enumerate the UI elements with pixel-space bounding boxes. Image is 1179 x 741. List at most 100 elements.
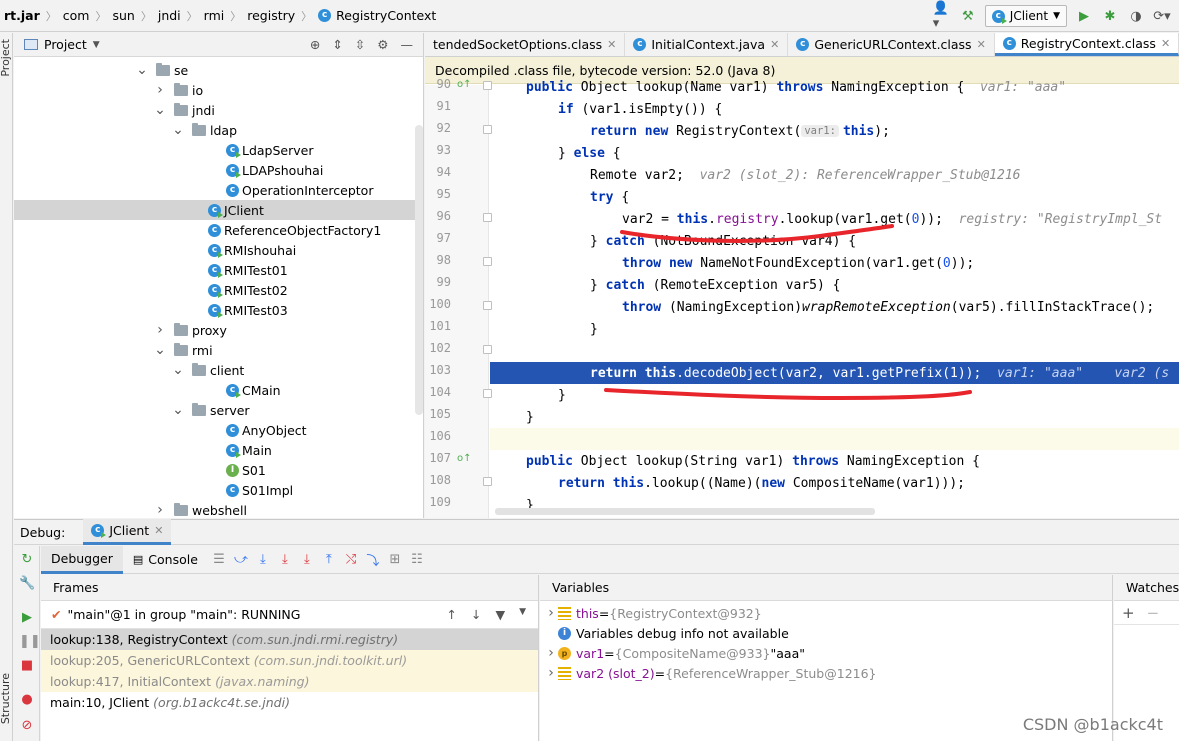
debug-session-tab[interactable]: c JClient ✕ bbox=[83, 519, 172, 545]
line-number[interactable]: 99 bbox=[425, 275, 451, 289]
show-execution-point-icon[interactable]: ⤻ bbox=[230, 552, 252, 567]
horizontal-scrollbar[interactable] bbox=[495, 508, 875, 515]
chevron-down-icon[interactable]: ⌄ bbox=[172, 402, 184, 418]
mute-breakpoints-icon[interactable]: ⊘ bbox=[19, 718, 35, 733]
breadcrumb-jar[interactable]: rt.jar bbox=[0, 8, 42, 23]
editor-tab[interactable]: c RegistryContext.class ✕ bbox=[994, 33, 1179, 56]
thread-selector[interactable]: ✔ "main"@1 in group "main": RUNNING ↑ ↓ … bbox=[41, 601, 538, 629]
build-hammer-icon[interactable]: ⚒ bbox=[959, 7, 977, 25]
breadcrumb-com[interactable]: com bbox=[61, 8, 92, 23]
line-number[interactable]: 97 bbox=[425, 231, 451, 245]
stack-frame[interactable]: main:10, JClient (org.b1ackc4t.se.jndi) bbox=[41, 692, 538, 713]
line-number[interactable]: 98 bbox=[425, 253, 451, 267]
variable-row[interactable]: › var2 (slot_2) = {ReferenceWrapper_Stub@… bbox=[540, 663, 1112, 683]
tree-item[interactable]: c LdapServer bbox=[14, 140, 423, 160]
stack-frame[interactable]: lookup:138, RegistryContext (com.sun.jndi… bbox=[41, 629, 538, 650]
tree-item[interactable]: c AnyObject bbox=[14, 420, 423, 440]
tree-item[interactable]: c RMITest03 bbox=[14, 300, 423, 320]
chevron-right-icon[interactable]: › bbox=[154, 322, 166, 338]
editor-tab[interactable]: tendedSocketOptions.class ✕ bbox=[425, 33, 626, 56]
chevron-right-icon[interactable]: › bbox=[154, 82, 166, 98]
line-number[interactable]: 93 bbox=[425, 143, 451, 157]
tree-item[interactable]: ⌄ rmi bbox=[14, 340, 423, 360]
trace-icon[interactable]: ☷ bbox=[406, 552, 428, 567]
stack-frame[interactable]: lookup:417, InitialContext (javax.naming) bbox=[41, 671, 538, 692]
chevron-down-icon[interactable]: ⌄ bbox=[172, 122, 184, 138]
breadcrumb-sun[interactable]: sun bbox=[110, 8, 136, 23]
tree-item[interactable]: c JClient bbox=[14, 200, 423, 220]
locate-icon[interactable]: ⊕ bbox=[310, 37, 320, 52]
chevron-down-icon[interactable]: ⌄ bbox=[154, 342, 166, 358]
close-icon[interactable]: ✕ bbox=[770, 38, 779, 51]
tree-item[interactable]: c LDAPshouhai bbox=[14, 160, 423, 180]
run-configuration-select[interactable]: c JClient ▼ bbox=[984, 5, 1067, 27]
line-number[interactable]: 101 bbox=[425, 319, 451, 333]
profile-icon[interactable]: ⟳▾ bbox=[1153, 7, 1171, 25]
structure-tool-window-button[interactable]: Structure bbox=[0, 673, 12, 724]
variable-row[interactable]: › p var1 = {CompositeName@933} "aaa" bbox=[540, 643, 1112, 663]
drop-frame-icon[interactable]: ⤭ bbox=[340, 552, 362, 567]
close-icon[interactable]: ✕ bbox=[1161, 37, 1170, 50]
pause-icon[interactable]: ❚❚ bbox=[19, 634, 41, 649]
chevron-down-icon[interactable]: ⌄ bbox=[154, 102, 166, 118]
view-breakpoints-icon[interactable]: ● bbox=[19, 692, 35, 707]
menu-icon[interactable]: ☰ bbox=[208, 552, 230, 567]
breadcrumb-registry[interactable]: registry bbox=[245, 8, 297, 23]
coverage-icon[interactable]: ◑ bbox=[1127, 7, 1145, 25]
line-number[interactable]: 90 bbox=[425, 77, 451, 91]
line-number[interactable]: 91 bbox=[425, 99, 451, 113]
variable-row[interactable]: › this = {RegistryContext@932} bbox=[540, 603, 1112, 623]
chevron-right-icon[interactable]: › bbox=[544, 665, 558, 681]
user-icon[interactable]: 👤▾ bbox=[933, 1, 951, 31]
project-tool-window-button[interactable]: Project bbox=[0, 39, 12, 77]
editor-tab[interactable]: c InitialContext.java ✕ bbox=[625, 33, 789, 56]
stack-frame[interactable]: lookup:205, GenericURLContext (com.sun.jn… bbox=[41, 650, 538, 671]
tree-item[interactable]: c CMain bbox=[14, 380, 423, 400]
line-number[interactable]: 104 bbox=[425, 385, 451, 399]
step-over-icon[interactable]: ⤓ bbox=[252, 552, 274, 567]
breadcrumb-rmi[interactable]: rmi bbox=[202, 8, 227, 23]
tree-item[interactable]: ⌄ se bbox=[14, 60, 423, 80]
chevron-down-icon[interactable]: ▼ bbox=[93, 40, 100, 50]
line-number[interactable]: 92 bbox=[425, 121, 451, 135]
minimize-icon[interactable]: — bbox=[401, 37, 414, 52]
step-out-icon[interactable]: ⤒ bbox=[318, 552, 340, 567]
tree-item[interactable]: c S01Impl bbox=[14, 480, 423, 500]
tree-item[interactable]: ⌄ server bbox=[14, 400, 423, 420]
tree-item[interactable]: › io bbox=[14, 80, 423, 100]
line-number[interactable]: 107 bbox=[425, 451, 451, 465]
chevron-right-icon[interactable]: › bbox=[544, 605, 558, 621]
line-number[interactable]: 96 bbox=[425, 209, 451, 223]
collapse-all-icon[interactable]: ⇳ bbox=[355, 37, 365, 52]
tree-item[interactable]: › proxy bbox=[14, 320, 423, 340]
tree-item[interactable]: ⌄ jndi bbox=[14, 100, 423, 120]
close-icon[interactable]: ✕ bbox=[607, 38, 616, 51]
tree-item[interactable]: c RMITest02 bbox=[14, 280, 423, 300]
remove-watch-icon[interactable]: − bbox=[1147, 604, 1160, 622]
tree-item[interactable]: ⌄ ldap bbox=[14, 120, 423, 140]
chevron-down-icon[interactable]: ⌄ bbox=[172, 362, 184, 378]
chevron-right-icon[interactable]: › bbox=[544, 645, 558, 661]
add-watch-icon[interactable]: + bbox=[1122, 604, 1135, 622]
tree-item[interactable]: › webshell bbox=[14, 500, 423, 518]
tree-item[interactable]: c OperationInterceptor bbox=[14, 180, 423, 200]
vertical-scrollbar[interactable] bbox=[415, 125, 423, 415]
tree-item[interactable]: c ReferenceObjectFactory1 bbox=[14, 220, 423, 240]
force-step-into-icon[interactable]: ⤓ bbox=[296, 552, 318, 567]
editor-tab[interactable]: c GenericURLContext.class ✕ bbox=[788, 33, 995, 56]
tree-item[interactable]: c RMITest01 bbox=[14, 260, 423, 280]
arrow-down-icon[interactable]: ↓ bbox=[471, 607, 481, 622]
chevron-right-icon[interactable]: › bbox=[154, 502, 166, 518]
override-marker-icon[interactable]: o↑ bbox=[457, 79, 472, 90]
tab-debugger[interactable]: Debugger bbox=[41, 545, 123, 574]
debug-bug-icon[interactable]: ✱ bbox=[1101, 7, 1119, 25]
chevron-down-icon[interactable]: ▼ bbox=[519, 607, 526, 622]
rerun-icon[interactable]: ↻ bbox=[19, 552, 35, 567]
chevron-down-icon[interactable]: ⌄ bbox=[136, 62, 148, 78]
filter-icon[interactable]: ▼ bbox=[495, 607, 505, 622]
arrow-up-icon[interactable]: ↑ bbox=[446, 607, 456, 622]
line-number[interactable]: 106 bbox=[425, 429, 451, 443]
line-number[interactable]: 94 bbox=[425, 165, 451, 179]
close-icon[interactable]: ✕ bbox=[977, 38, 986, 51]
wrench-icon[interactable]: 🔧 bbox=[19, 576, 35, 591]
